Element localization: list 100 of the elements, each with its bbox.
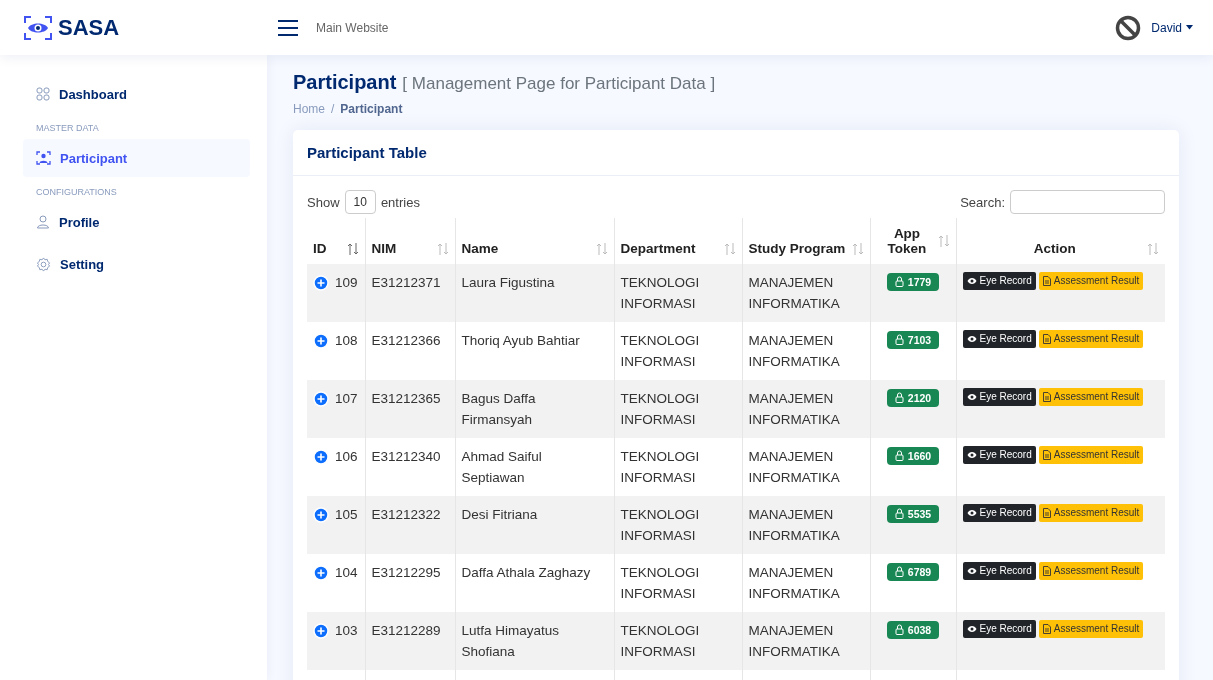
sort-icon[interactable]	[346, 241, 359, 256]
table-cell: Thoriq Ayub Bahtiar	[461, 333, 580, 348]
table-cell: E31212366	[371, 333, 441, 348]
table-cell-text: 107	[335, 390, 358, 408]
table-cell: Ahmad Saiful Septiawan	[461, 449, 542, 485]
page-title: Participant	[293, 71, 397, 94]
sidebar-item[interactable]: Participant	[23, 139, 250, 177]
entries-label: entries	[380, 194, 420, 210]
table-cell: MANAJEMEN INFORMATIKA	[748, 333, 840, 369]
column-header[interactable]: ID	[313, 241, 327, 256]
document-icon	[1042, 508, 1051, 518]
assessment-result-button[interactable]: Assessment Result	[1038, 272, 1144, 290]
eye-icon	[966, 509, 977, 517]
column-header[interactable]: NIM	[371, 241, 397, 256]
table-cell: E31212295	[371, 565, 441, 580]
expand-icon[interactable]	[313, 564, 329, 581]
eye-record-button[interactable]: Eye Record	[962, 330, 1036, 348]
document-icon	[1042, 334, 1051, 344]
column-header[interactable]: App Token	[876, 226, 938, 256]
sidebar-heading: MASTER DATA	[35, 122, 100, 135]
token-badge: 6038	[886, 620, 940, 639]
assessment-result-button[interactable]: Assessment Result	[1038, 504, 1144, 522]
column-header[interactable]: Department	[620, 241, 696, 256]
column-header[interactable]: Study Program	[748, 241, 846, 256]
show-label: Show	[307, 194, 340, 210]
table-cell: MANAJEMEN INFORMATIKA	[748, 275, 840, 311]
person-icon	[36, 215, 50, 229]
eye-icon	[966, 277, 977, 285]
table-cell: E31212365	[371, 391, 441, 406]
table-cell: TEKNOLOGI INFORMASI	[620, 507, 700, 543]
lock-icon	[894, 566, 904, 577]
expand-icon[interactable]	[313, 506, 329, 523]
table-cell: MANAJEMEN INFORMATIKA	[748, 507, 840, 543]
table-cell: Daffa Athala Zaghazy	[461, 565, 591, 580]
eye-record-button[interactable]: Eye Record	[962, 272, 1036, 290]
eye-record-button[interactable]: Eye Record	[962, 562, 1036, 580]
table-cell: MANAJEMEN INFORMATIKA	[748, 623, 840, 659]
assessment-result-button[interactable]: Assessment Result	[1038, 562, 1144, 580]
expand-icon[interactable]	[313, 622, 329, 639]
token-badge: 7103	[886, 330, 940, 349]
table-cell-text: 105	[335, 506, 358, 524]
sidebar-item[interactable]: Profile	[23, 203, 250, 241]
gear-icon	[36, 256, 51, 272]
eye-logo-icon	[24, 15, 52, 40]
table-cell-text: 103	[335, 622, 358, 640]
lock-icon	[894, 450, 904, 461]
eye-icon	[966, 451, 977, 459]
eye-icon	[966, 625, 977, 633]
lock-icon	[894, 508, 904, 519]
document-icon	[1042, 276, 1051, 286]
card-title: Participant Table	[293, 130, 1179, 176]
assessment-result-button[interactable]: Assessment Result	[1038, 330, 1144, 348]
expand-icon[interactable]	[313, 332, 329, 349]
table-cell: E31212289	[371, 623, 441, 638]
search-label: Search:	[960, 194, 1005, 210]
entries-select[interactable]: 10	[344, 190, 376, 214]
table-cell-text: 109	[335, 274, 358, 292]
table-cell-text: 108	[335, 332, 358, 350]
eye-record-button[interactable]: Eye Record	[962, 504, 1036, 522]
token-badge: 1660	[886, 446, 940, 465]
token-badge: 1779	[886, 272, 940, 291]
sidebar-item[interactable]: Dashboard	[23, 75, 250, 113]
brand-name: SASA	[58, 14, 120, 41]
lock-icon	[894, 392, 904, 403]
assessment-result-button[interactable]: Assessment Result	[1038, 446, 1144, 464]
eye-icon	[966, 567, 977, 575]
eye-record-button[interactable]: Eye Record	[962, 620, 1036, 638]
table-cell: TEKNOLOGI INFORMASI	[620, 333, 700, 369]
expand-icon[interactable]	[313, 390, 329, 407]
grid-icon	[36, 87, 50, 101]
column-header[interactable]: Action	[962, 241, 1147, 256]
table-cell: MANAJEMEN INFORMATIKA	[748, 391, 840, 427]
token-badge: 6789	[886, 562, 940, 581]
user-menu[interactable]: David	[1151, 20, 1193, 35]
table-cell: MANAJEMEN INFORMATIKA	[748, 449, 840, 485]
document-icon	[1042, 566, 1051, 576]
table-cell: TEKNOLOGI INFORMASI	[620, 565, 700, 601]
eye-icon	[966, 335, 977, 343]
lock-icon	[894, 276, 904, 287]
column-header[interactable]: Name	[461, 241, 499, 256]
table-cell: TEKNOLOGI INFORMASI	[620, 275, 700, 311]
search-field[interactable]	[1010, 190, 1165, 214]
menu-icon[interactable]	[278, 19, 298, 36]
table-cell: Desi Fitriana	[461, 507, 538, 522]
assessment-result-button[interactable]: Assessment Result	[1038, 388, 1144, 406]
assessment-result-button[interactable]: Assessment Result	[1038, 620, 1144, 638]
table-cell: TEKNOLOGI INFORMASI	[620, 449, 700, 485]
expand-icon[interactable]	[313, 448, 329, 465]
person-icon	[36, 151, 51, 165]
main-website-link[interactable]: Main Website	[316, 20, 389, 35]
eye-record-button[interactable]: Eye Record	[962, 388, 1036, 406]
expand-icon[interactable]	[313, 274, 329, 291]
document-icon	[1042, 450, 1051, 460]
sidebar-item[interactable]: Setting	[23, 245, 250, 283]
page-subtitle: [ Management Page for Participant Data ]	[402, 74, 716, 94]
lock-icon	[894, 334, 904, 345]
table-cell: Laura Figustina	[461, 275, 555, 290]
eye-record-button[interactable]: Eye Record	[962, 446, 1036, 464]
table-cell: MANAJEMEN INFORMATIKA	[748, 565, 840, 601]
breadcrumb-item: Participant	[340, 102, 403, 116]
